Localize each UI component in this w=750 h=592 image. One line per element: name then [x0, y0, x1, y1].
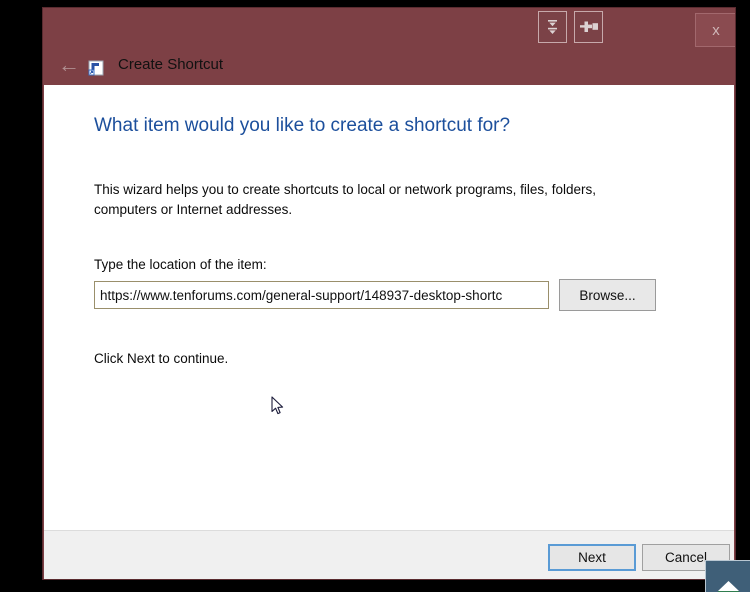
close-button[interactable]: x [695, 13, 735, 47]
dock-right-button[interactable] [574, 11, 603, 43]
screen: x ← Create Shortcut What item would you … [0, 0, 750, 592]
click-next-hint: Click Next to continue. [94, 351, 229, 366]
taskbar-peek-glyph [718, 581, 739, 592]
shortcut-icon [88, 60, 104, 76]
wizard-footer: Next Cancel [44, 530, 734, 579]
next-button[interactable]: Next [548, 544, 636, 571]
browse-button[interactable]: Browse... [559, 279, 656, 311]
window-title: Create Shortcut [118, 56, 224, 73]
back-arrow-icon[interactable]: ← [55, 53, 83, 77]
wizard-content: What item would you like to create a sho… [44, 85, 734, 530]
location-field-label: Type the location of the item: [94, 257, 267, 272]
dock-right-icon [579, 21, 598, 32]
collapse-arrows-icon [548, 20, 557, 34]
taskbar-peek-icon[interactable] [705, 560, 750, 592]
window-titlebar: x ← Create Shortcut [43, 8, 735, 85]
wizard-description: This wizard helps you to create shortcut… [94, 182, 596, 217]
page-title: What item would you like to create a sho… [94, 115, 511, 136]
collapse-arrows-button[interactable] [538, 11, 567, 43]
location-input[interactable] [94, 281, 549, 309]
create-shortcut-window: x ← Create Shortcut What item would you … [42, 7, 736, 580]
